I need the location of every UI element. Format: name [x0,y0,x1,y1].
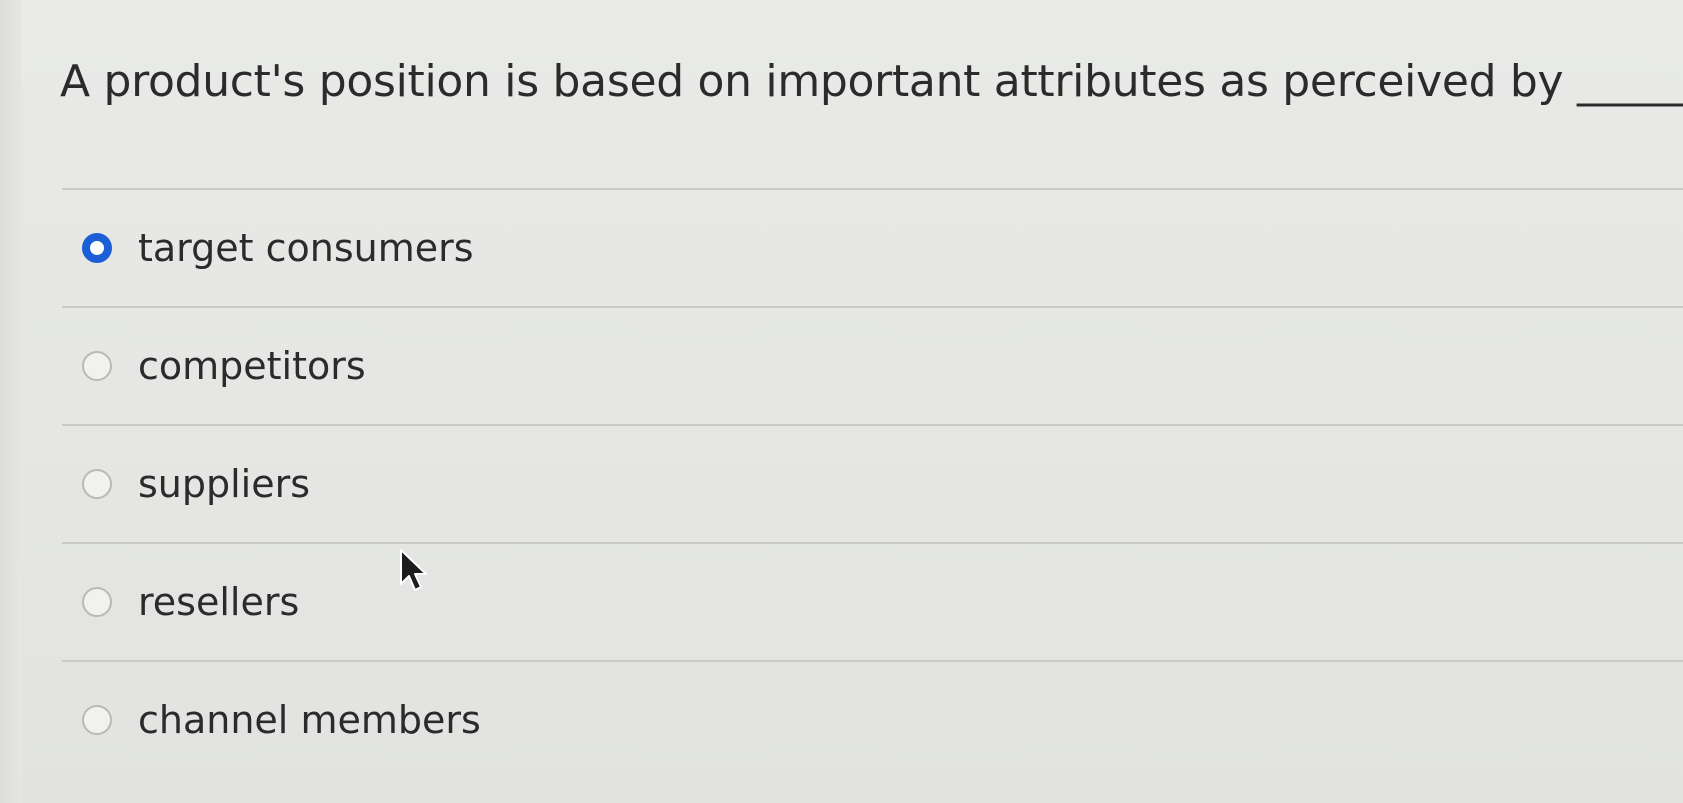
answer-options: target consumers competitors suppliers r… [62,188,1683,778]
option-suppliers[interactable]: suppliers [62,426,1683,542]
radio-checked-icon[interactable] [82,233,112,263]
radio-unchecked-icon[interactable] [82,351,112,381]
radio-unchecked-icon[interactable] [82,587,112,617]
mouse-pointer-arrow-icon [400,549,427,591]
option-label: competitors [138,344,366,388]
option-label: suppliers [138,462,311,506]
option-competitors[interactable]: competitors [62,308,1683,424]
radio-unchecked-icon[interactable] [82,469,112,499]
window-left-edge [0,0,22,803]
option-target-consumers[interactable]: target consumers [62,190,1683,306]
option-label: target consumers [138,226,474,270]
option-channel-members[interactable]: channel members [62,662,1683,778]
question-text: A product's position is based on importa… [60,56,1683,107]
option-label: channel members [138,698,481,742]
option-resellers[interactable]: resellers [62,544,1683,660]
radio-unchecked-icon[interactable] [82,705,112,735]
option-label: resellers [138,580,300,624]
